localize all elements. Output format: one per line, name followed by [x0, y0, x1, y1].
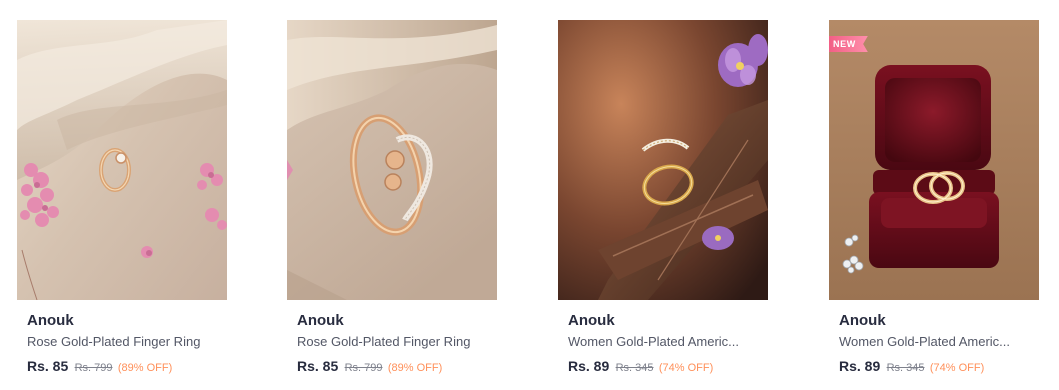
product-info: Anouk Women Gold-Plated Americ... Rs. 89… [558, 300, 768, 377]
product-price: Rs. 85 [297, 358, 339, 374]
product-image[interactable]: NEW [829, 20, 1039, 300]
product-brand: Anouk [297, 312, 344, 329]
product-card[interactable]: Anouk Rose Gold-Plated Finger Ring Rs. 8… [17, 20, 227, 385]
product-brand: Anouk [839, 312, 886, 329]
ring-photo-wood-flowers [558, 20, 768, 300]
product-name: Rose Gold-Plated Finger Ring [297, 334, 471, 349]
price-row: Rs. 85 Rs. 799 (89% OFF) [297, 357, 487, 377]
product-image[interactable] [17, 20, 227, 300]
product-price: Rs. 89 [568, 358, 610, 374]
product-discount: (89% OFF) [387, 362, 443, 374]
product-name: Women Gold-Plated Americ... [839, 334, 1010, 349]
price-row: Rs. 89 Rs. 345 (74% OFF) [568, 357, 758, 377]
product-price: Rs. 89 [839, 358, 881, 374]
product-mrp: Rs. 345 [886, 362, 925, 374]
product-discount: (89% OFF) [117, 362, 173, 374]
product-card[interactable]: Anouk Rose Gold-Plated Finger Ring Rs. 8… [287, 20, 497, 385]
product-name: Women Gold-Plated Americ... [568, 334, 739, 349]
product-discount: (74% OFF) [658, 362, 714, 374]
product-card[interactable]: NEW Anouk Women Gold-Plated Americ... Rs… [829, 20, 1039, 385]
product-image[interactable] [287, 20, 497, 300]
ring-photo-fabric-flowers [17, 20, 227, 300]
ring-photo-closeup [287, 20, 497, 300]
product-info: Anouk Rose Gold-Plated Finger Ring Rs. 8… [17, 300, 227, 377]
product-mrp: Rs. 799 [344, 362, 383, 374]
product-discount: (74% OFF) [929, 362, 985, 374]
product-brand: Anouk [27, 312, 74, 329]
product-brand: Anouk [568, 312, 615, 329]
price-row: Rs. 89 Rs. 345 (74% OFF) [839, 357, 1029, 377]
product-price: Rs. 85 [27, 358, 69, 374]
new-badge: NEW [829, 36, 868, 52]
product-mrp: Rs. 345 [615, 362, 654, 374]
product-card[interactable]: Anouk Women Gold-Plated Americ... Rs. 89… [558, 20, 768, 385]
ring-photo-velvet-box [829, 20, 1039, 300]
product-info: Anouk Rose Gold-Plated Finger Ring Rs. 8… [287, 300, 497, 377]
product-info: Anouk Women Gold-Plated Americ... Rs. 89… [829, 300, 1039, 377]
product-grid: Anouk Rose Gold-Plated Finger Ring Rs. 8… [0, 0, 1059, 390]
product-mrp: Rs. 799 [74, 362, 113, 374]
price-row: Rs. 85 Rs. 799 (89% OFF) [27, 357, 217, 377]
product-image[interactable] [558, 20, 768, 300]
product-name: Rose Gold-Plated Finger Ring [27, 334, 201, 349]
